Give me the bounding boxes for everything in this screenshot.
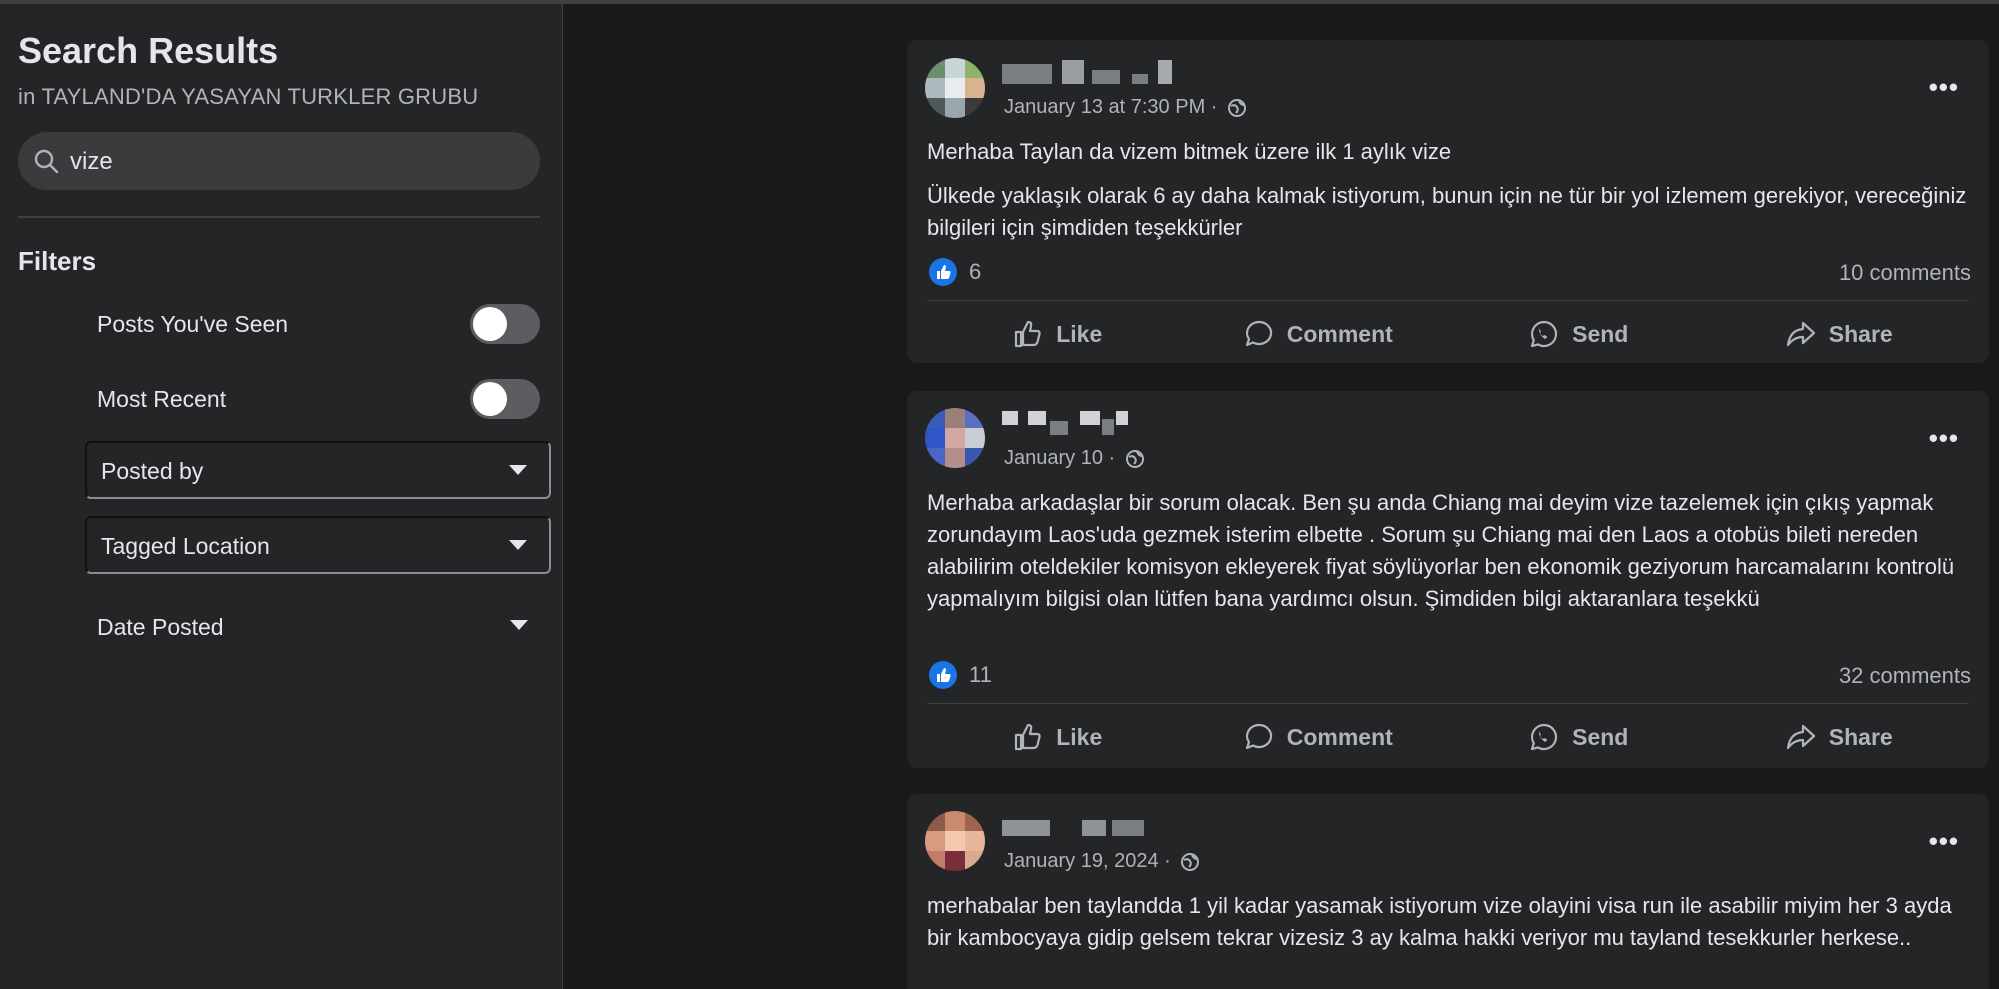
send-label: Send xyxy=(1572,723,1629,750)
thumbs-up-icon xyxy=(1015,320,1041,348)
whatsapp-icon xyxy=(1531,723,1558,751)
tagged-location-dropdown[interactable]: Tagged Location xyxy=(85,516,551,574)
send-button[interactable]: Send xyxy=(1448,713,1709,761)
most-recent-toggle[interactable] xyxy=(470,379,540,419)
share-label: Share xyxy=(1828,723,1893,750)
post-timestamp[interactable]: January 13 at 7:30 PM · xyxy=(1004,96,1247,119)
like-count: 6 xyxy=(969,259,982,284)
like-reaction-icon xyxy=(929,661,957,689)
post-timestamp[interactable]: January 19, 2024 · xyxy=(1004,850,1200,873)
post-card: January 19, 2024 · ••• merhabalar ben ta… xyxy=(907,794,1989,989)
search-box[interactable] xyxy=(18,132,540,190)
globe-icon xyxy=(1228,98,1247,117)
share-icon xyxy=(1786,724,1815,750)
avatar[interactable] xyxy=(925,58,985,118)
comment-icon xyxy=(1245,723,1272,750)
avatar[interactable] xyxy=(925,408,985,468)
comment-count[interactable]: 10 comments xyxy=(1839,260,1971,286)
dropdown-label: Date Posted xyxy=(97,614,224,640)
comment-count[interactable]: 32 comments xyxy=(1839,663,1971,689)
post-text-body: merhabalar ben taylandda 1 yil kadar yas… xyxy=(927,893,1952,950)
whatsapp-icon xyxy=(1531,320,1558,348)
filter-posts-seen[interactable]: Posts You've Seen xyxy=(97,304,540,344)
post-actions: Like Comment Send Share xyxy=(927,310,1969,358)
comment-label: Comment xyxy=(1286,723,1393,750)
toggle-knob xyxy=(473,382,507,416)
filter-most-recent[interactable]: Most Recent xyxy=(97,379,540,419)
posts-seen-toggle[interactable] xyxy=(470,304,540,344)
page-title: Search Results xyxy=(18,30,279,71)
like-count: 11 xyxy=(969,662,992,687)
caret-down-icon xyxy=(510,620,528,630)
avatar[interactable] xyxy=(925,811,985,871)
caret-down-icon xyxy=(509,540,527,550)
like-reaction-icon xyxy=(929,258,957,286)
comment-label: Comment xyxy=(1286,320,1393,347)
search-input[interactable] xyxy=(68,141,512,183)
divider xyxy=(18,216,540,218)
timestamp-text: January 19, 2024 · xyxy=(1004,850,1177,872)
globe-icon xyxy=(1125,449,1144,468)
search-icon xyxy=(34,149,59,174)
post-actions: Like Comment Send Share xyxy=(927,713,1969,761)
like-label: Like xyxy=(1056,723,1103,750)
send-button[interactable]: Send xyxy=(1448,310,1709,358)
comment-button[interactable]: Comment xyxy=(1188,713,1449,761)
post-timestamp[interactable]: January 10 · xyxy=(1004,447,1145,470)
post-text-body: Ülkede yaklaşık olarak 6 ay daha kalmak … xyxy=(927,183,1967,240)
timestamp-text: January 13 at 7:30 PM · xyxy=(1004,96,1224,118)
date-posted-dropdown[interactable]: Date Posted xyxy=(97,607,540,647)
post-text-line: Merhaba Taylan da vizem bitmek üzere ilk… xyxy=(927,139,1452,164)
caret-down-icon xyxy=(509,465,527,475)
filter-label: Most Recent xyxy=(97,386,227,412)
like-button[interactable]: Like xyxy=(927,310,1188,358)
divider xyxy=(927,300,1969,301)
post-card: January 13 at 7:30 PM · ••• Merhaba Tayl… xyxy=(907,40,1989,363)
share-button[interactable]: Share xyxy=(1709,310,1970,358)
filters-heading: Filters xyxy=(18,246,97,276)
share-icon xyxy=(1786,321,1815,347)
divider xyxy=(927,703,1969,704)
more-options-icon[interactable]: ••• xyxy=(1929,423,1959,454)
send-label: Send xyxy=(1572,320,1629,347)
post-text-body: Merhaba arkadaşlar bir sorum olacak. Ben… xyxy=(927,490,1955,611)
share-button[interactable]: Share xyxy=(1709,713,1970,761)
posted-by-dropdown[interactable]: Posted by xyxy=(85,441,551,499)
more-options-icon[interactable]: ••• xyxy=(1929,72,1959,103)
share-label: Share xyxy=(1828,320,1893,347)
dropdown-label: Tagged Location xyxy=(101,533,270,559)
dropdown-label: Posted by xyxy=(101,458,204,484)
like-label: Like xyxy=(1056,320,1103,347)
filter-label: Posts You've Seen xyxy=(97,311,289,337)
search-sidebar: Search Results in TAYLAND'DA YASAYAN TUR… xyxy=(0,4,563,989)
timestamp-text: January 10 · xyxy=(1004,447,1121,469)
post-card: January 10 · ••• Merhaba arkadaşlar bir … xyxy=(907,391,1989,768)
toggle-knob xyxy=(473,307,507,341)
thumbs-up-icon xyxy=(1015,723,1041,751)
more-options-icon[interactable]: ••• xyxy=(1929,826,1959,857)
globe-icon xyxy=(1181,852,1200,871)
like-button[interactable]: Like xyxy=(927,713,1188,761)
comment-icon xyxy=(1245,320,1272,347)
group-subtitle: in TAYLAND'DA YASAYAN TURKLER GRUBU xyxy=(18,84,479,109)
comment-button[interactable]: Comment xyxy=(1188,310,1449,358)
